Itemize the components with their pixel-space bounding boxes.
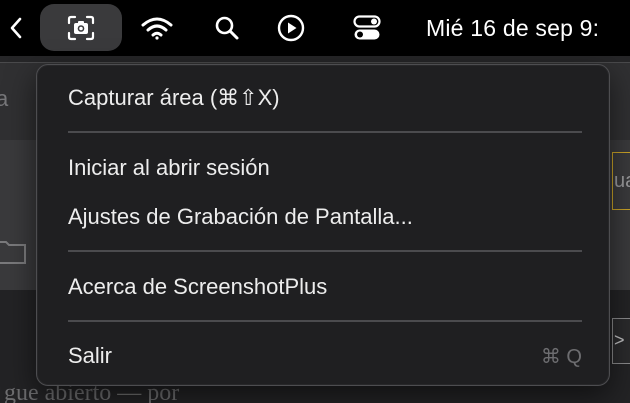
screen: a ua > gue abierto — por <box>0 0 630 403</box>
play-icon[interactable] <box>275 0 307 56</box>
about-menu-item[interactable]: Acerca de ScreenshotPlus <box>37 268 609 306</box>
background-right-text-2: > <box>614 330 625 350</box>
control-center-icon[interactable] <box>352 0 382 56</box>
menu-item-label: Iniciar al abrir sesión <box>68 155 270 180</box>
background-right-text: ua <box>614 170 630 192</box>
quit-menu-item[interactable]: Salir ⌘ Q <box>37 337 609 375</box>
menu-bar: Mié 16 de sep 9: <box>0 0 630 56</box>
app-dropdown-menu: Capturar área (⌘⇧X) Iniciar al abrir ses… <box>36 64 610 386</box>
menu-separator <box>68 320 582 322</box>
launch-at-login-menu-item[interactable]: Iniciar al abrir sesión <box>37 149 609 187</box>
menu-bar-clock[interactable]: Mié 16 de sep 9: <box>426 0 599 56</box>
quit-shortcut: ⌘ Q <box>540 345 582 368</box>
menu-item-label: Acerca de ScreenshotPlus <box>68 274 328 299</box>
search-icon[interactable] <box>213 0 241 56</box>
menu-separator <box>68 131 582 133</box>
menu-item-label: Capturar área (⌘⇧X) <box>68 85 280 110</box>
menu-separator <box>68 250 582 252</box>
menu-item-label: Ajustes de Grabación de Pantalla... <box>68 204 413 229</box>
folder-icon <box>0 241 26 264</box>
chevron-left-icon[interactable] <box>4 0 28 56</box>
background-divider <box>0 62 630 63</box>
wifi-icon[interactable] <box>140 0 174 56</box>
capture-area-menu-item[interactable]: Capturar área (⌘⇧X) <box>37 79 609 117</box>
menu-item-label: Salir <box>68 343 113 368</box>
screenshot-icon[interactable] <box>66 0 96 56</box>
screen-recording-settings-menu-item[interactable]: Ajustes de Grabación de Pantalla... <box>37 198 609 236</box>
background-left-text: a <box>0 86 9 111</box>
